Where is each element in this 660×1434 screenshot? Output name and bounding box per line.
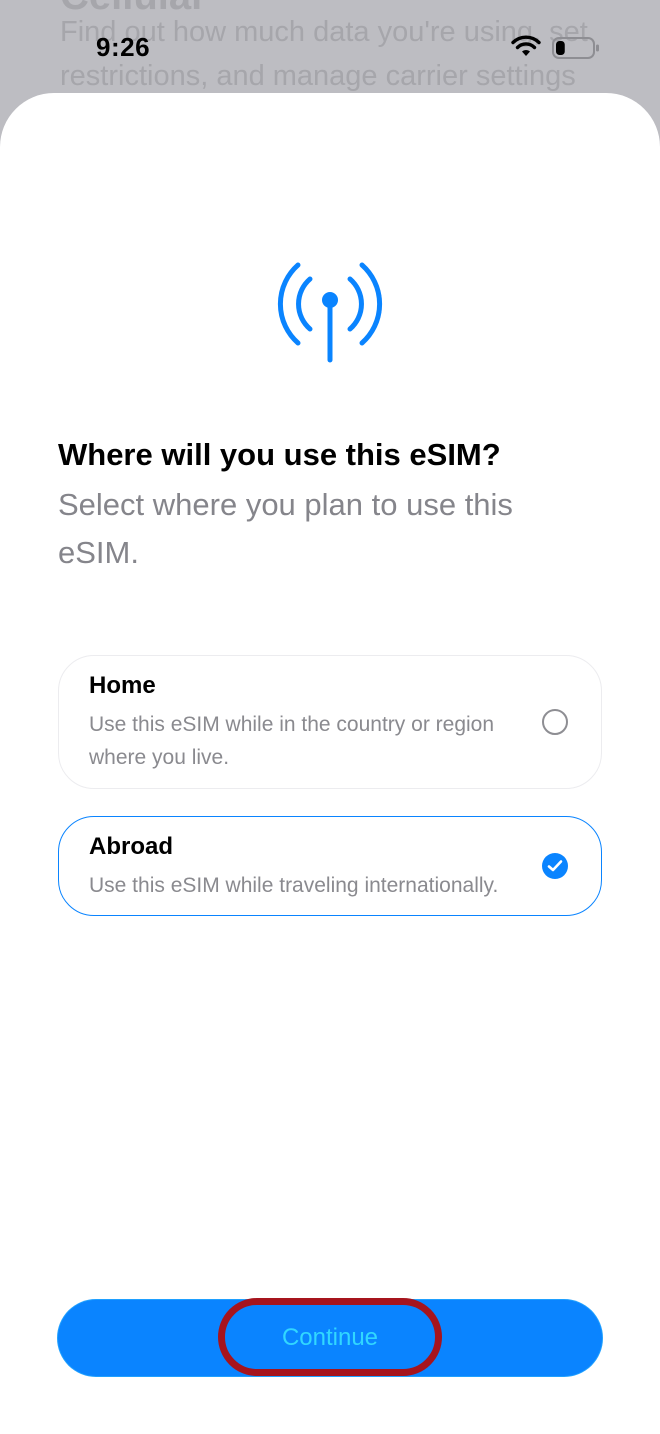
radio-unchecked-icon[interactable]	[542, 709, 568, 735]
screen: Cellular Find out how much data you're u…	[0, 0, 660, 1434]
antenna-signal-icon	[277, 262, 383, 363]
continue-button[interactable]: Continue	[58, 1300, 602, 1376]
option-abroad-description: Use this eSIM while traveling internatio…	[89, 874, 499, 897]
option-home-title: Home	[89, 672, 156, 699]
battery-icon	[552, 37, 599, 59]
option-home[interactable]: Home Use this eSIM while in the country …	[58, 655, 602, 789]
checkmark-selected-icon[interactable]	[542, 853, 568, 879]
esim-sheet: Where will you use this eSIM? Select whe…	[0, 93, 660, 1434]
option-abroad[interactable]: Abroad Use this eSIM while traveling int…	[58, 816, 602, 916]
option-abroad-title: Abroad	[89, 833, 173, 860]
status-time: 9:26	[96, 32, 151, 62]
status-bar: 9:26	[0, 0, 660, 92]
sheet-title: Where will you use this eSIM?	[58, 437, 501, 472]
wifi-icon	[511, 35, 541, 56]
option-home-description: Use this eSIM while in the country or re…	[89, 713, 495, 769]
sheet-subtitle: Select where you plan to use this eSIM.	[58, 487, 513, 570]
